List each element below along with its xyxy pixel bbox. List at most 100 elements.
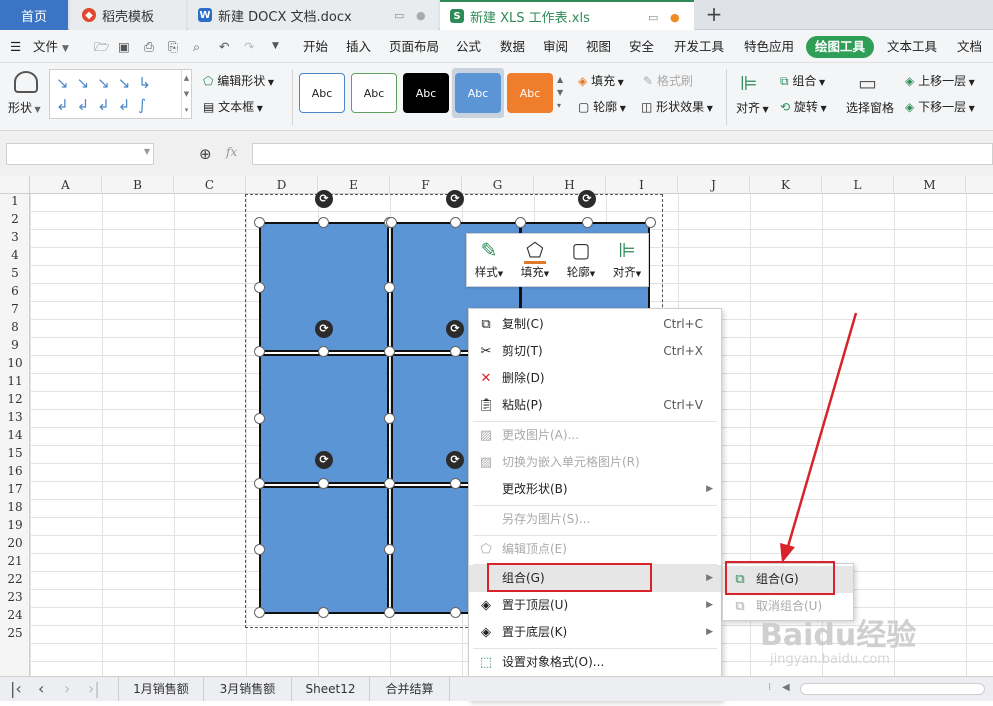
resize-handle[interactable] <box>254 544 265 555</box>
align-dropdown[interactable]: 对齐 ▼ <box>736 99 769 116</box>
blue-square-shape[interactable] <box>259 486 389 614</box>
line-shapes-gallery[interactable]: ↘↘↘↘↳ ↲↲↲↲∫ ▲ ▼ ▾ <box>49 69 192 119</box>
selection-pane-button[interactable]: 选择窗格 <box>846 99 894 116</box>
resize-handle[interactable] <box>254 607 265 618</box>
row-header[interactable]: 12 <box>0 392 30 406</box>
row-header[interactable]: 6 <box>0 284 30 298</box>
row-header[interactable]: 1 <box>0 194 30 208</box>
mini-style-button[interactable]: ✎ 样式▼ <box>467 234 511 288</box>
menu-item-format-object[interactable]: ⬚ 设置对象格式(O)... <box>469 649 721 676</box>
style-preset-5[interactable]: Abc <box>507 73 553 113</box>
tab-dot-icon[interactable]: ● <box>416 9 426 22</box>
rotate-handle-icon[interactable]: ⟳ <box>315 190 333 208</box>
print-preview-icon[interactable]: ⌕ <box>193 30 200 63</box>
row-header[interactable]: 22 <box>0 572 30 586</box>
column-header[interactable]: K <box>750 176 822 194</box>
redo-icon[interactable]: ↷ <box>244 30 254 63</box>
prev-sheet-icon[interactable]: ‹ <box>38 679 44 699</box>
unsaved-dot-icon[interactable]: ● <box>670 11 680 24</box>
menu-file[interactable]: 文件 ▼ <box>33 30 69 63</box>
resize-handle[interactable] <box>254 217 265 228</box>
formula-input[interactable] <box>252 143 993 165</box>
resize-handle[interactable] <box>384 413 395 424</box>
horizontal-scrollbar[interactable] <box>800 683 985 695</box>
mini-align-button[interactable]: ⊫ 对齐▼ <box>605 234 649 288</box>
menu-item-change-shape[interactable]: 更改形状(B) ▶ <box>469 476 721 503</box>
menu-view[interactable]: 视图 <box>586 30 611 63</box>
menu-item-embed-in-cell[interactable]: ▨ 切换为嵌入单元格图片(R) <box>469 449 721 476</box>
sheet-tab[interactable]: 1月销售额 <box>118 677 204 701</box>
column-header[interactable]: G <box>462 176 534 194</box>
menu-item-delete[interactable]: ✕ 删除(D) <box>469 365 721 392</box>
resize-handle[interactable] <box>450 607 461 618</box>
column-header[interactable]: B <box>102 176 174 194</box>
row-header[interactable]: 3 <box>0 230 30 244</box>
row-header[interactable]: 18 <box>0 500 30 514</box>
menu-document[interactable]: 文档 <box>957 30 982 63</box>
rotate-button[interactable]: ⟲ 旋转 ▼ <box>780 98 827 115</box>
resize-handle[interactable] <box>384 607 395 618</box>
row-header[interactable]: 4 <box>0 248 30 262</box>
menu-security[interactable]: 安全 <box>629 30 654 63</box>
last-sheet-icon[interactable]: ›| <box>88 679 100 699</box>
resize-handle[interactable] <box>384 346 395 357</box>
rotate-handle-icon[interactable]: ⟳ <box>315 451 333 469</box>
bring-forward-button[interactable]: ◈ 上移一层 ▼ <box>905 72 975 89</box>
shape-dropdown[interactable]: 形状 ▼ <box>8 99 41 116</box>
resize-handle[interactable] <box>645 217 656 228</box>
resize-handle[interactable] <box>450 346 461 357</box>
hamburger-icon[interactable]: ☰ <box>10 30 21 63</box>
resize-handle[interactable] <box>254 478 265 489</box>
menu-item-cut[interactable]: ✂ 剪切(T) Ctrl+X <box>469 338 721 365</box>
style-preset-3[interactable]: Abc <box>403 73 449 113</box>
menu-features[interactable]: 特色应用 <box>744 30 794 63</box>
column-header[interactable]: M <box>894 176 966 194</box>
style-preset-4[interactable]: Abc <box>455 73 501 113</box>
align-icon[interactable]: ⊫ <box>740 71 757 95</box>
line-arrow-icons[interactable]: ↘↘↘↘↳ <box>56 74 159 92</box>
style-gallery-scroll-icon[interactable]: ▲ ▼ ▾ <box>557 73 563 112</box>
gallery-scroll-icon[interactable]: ▲ ▼ ▾ <box>181 70 191 118</box>
monitor-icon[interactable]: ▭ <box>648 11 658 24</box>
tab-docx[interactable]: W 新建 DOCX 文档.docx ▭ ● <box>188 0 438 30</box>
first-sheet-icon[interactable]: |‹ <box>10 679 22 699</box>
menu-item-change-picture[interactable]: ▨ 更改图片(A)... <box>469 422 721 449</box>
menu-review[interactable]: 审阅 <box>543 30 568 63</box>
column-header[interactable]: L <box>822 176 894 194</box>
print-icon[interactable]: ⎘ <box>168 30 178 63</box>
rotate-handle-icon[interactable]: ⟳ <box>446 451 464 469</box>
resize-handle[interactable] <box>254 282 265 293</box>
mini-fill-button[interactable]: ⬠ 填充▼ <box>513 234 557 288</box>
format-brush-button[interactable]: ✎ 格式刷 <box>643 72 693 89</box>
selection-pane-icon[interactable]: ▭ <box>858 71 877 95</box>
resize-handle[interactable] <box>318 217 329 228</box>
row-header[interactable]: 20 <box>0 536 30 550</box>
group-button[interactable]: ⧉ 组合 ▼ <box>780 72 825 89</box>
mini-outline-button[interactable]: ▢ 轮廓▼ <box>559 234 603 288</box>
rotate-handle-icon[interactable]: ⟳ <box>446 190 464 208</box>
resize-handle[interactable] <box>450 217 461 228</box>
chevron-down-icon[interactable]: ▼ <box>144 147 150 156</box>
next-sheet-icon[interactable]: › <box>64 679 70 699</box>
menu-formula[interactable]: 公式 <box>456 30 481 63</box>
row-header[interactable]: 8 <box>0 320 30 334</box>
resize-handle[interactable] <box>384 282 395 293</box>
column-header[interactable]: D <box>246 176 318 194</box>
row-header[interactable]: 9 <box>0 338 30 352</box>
resize-handle[interactable] <box>318 478 329 489</box>
row-header[interactable]: 23 <box>0 590 30 604</box>
resize-handle[interactable] <box>318 346 329 357</box>
menu-insert[interactable]: 插入 <box>346 30 371 63</box>
rotate-handle-icon[interactable]: ⟳ <box>315 320 333 338</box>
menu-page-layout[interactable]: 页面布局 <box>389 30 439 63</box>
name-box[interactable]: ▼ <box>6 143 154 165</box>
save-icon[interactable]: ▣ <box>118 30 130 63</box>
row-header[interactable]: 5 <box>0 266 30 280</box>
select-all-corner[interactable] <box>0 176 30 194</box>
scroll-split-icon[interactable]: ⁞ <box>768 682 776 696</box>
resize-handle[interactable] <box>384 478 395 489</box>
row-header[interactable]: 10 <box>0 356 30 370</box>
new-tab-button[interactable]: + <box>700 2 728 28</box>
menu-item-bring-to-front[interactable]: ◈ 置于顶层(U) ▶ <box>469 592 721 619</box>
textbox-button[interactable]: ▤ 文本框 ▼ <box>203 98 263 115</box>
